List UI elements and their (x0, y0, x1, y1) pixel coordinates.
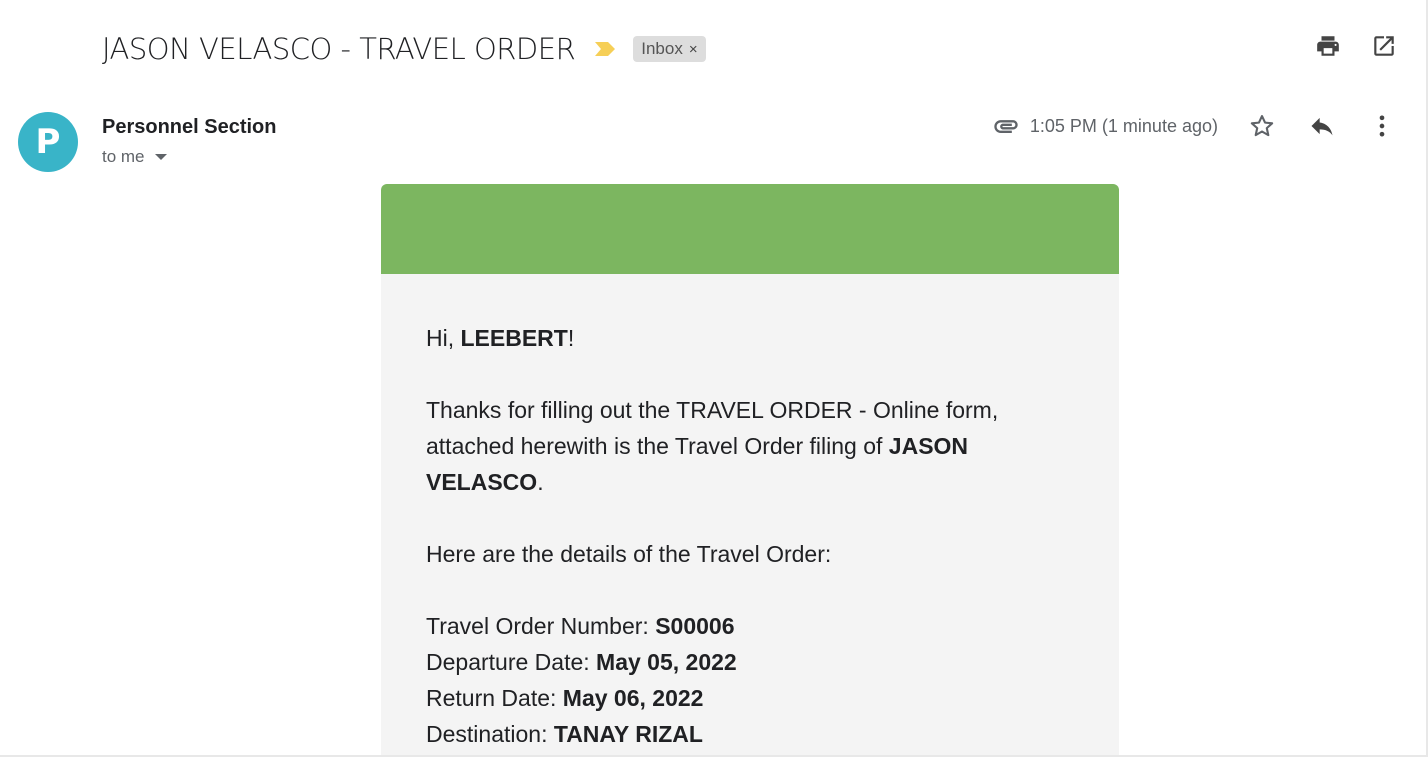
recipient-details-toggle[interactable]: to me (102, 147, 167, 167)
message-timestamp: 1:05 PM (1 minute ago) (1029, 115, 1218, 136)
detail-row: Travel Order Number: S00006 (426, 608, 1074, 644)
message-meta: 1:05 PM (1 minute ago) (992, 110, 1398, 142)
chevron-down-icon (154, 154, 167, 160)
inbox-label-chip[interactable]: Inbox × (633, 36, 706, 62)
detail-row: Destination: TANAY RIZAL (426, 716, 1074, 752)
detail-value: May 06, 2022 (562, 685, 704, 711)
thread-actions (1314, 32, 1398, 60)
recipient-text: to me (102, 147, 145, 166)
intro-paragraph: Thanks for filling out the TRAVEL ORDER … (426, 392, 1074, 500)
remove-label-icon[interactable]: × (689, 41, 698, 58)
detail-value: S00006 (655, 613, 735, 639)
greeting-suffix: ! (567, 325, 575, 351)
email-body-card: Hi, LEEBERT! Thanks for filling out the … (381, 184, 1119, 757)
detail-label: Travel Order Number: (426, 613, 656, 639)
print-icon[interactable] (1314, 32, 1342, 60)
detail-label: Return Date: (426, 685, 563, 711)
greeting: Hi, LEEBERT! (426, 320, 1074, 356)
greeting-prefix: Hi, (426, 325, 461, 351)
open-in-new-window-icon[interactable] (1370, 32, 1398, 60)
details-intro: Here are the details of the Travel Order… (426, 541, 832, 567)
subject-row: JASON VELASCO - TRAVEL ORDER Inbox × (102, 28, 706, 70)
detail-row: Departure Date: May 05, 2022 (426, 644, 1074, 680)
intro-end: . (537, 469, 544, 495)
detail-label: Departure Date: (426, 649, 597, 675)
importance-marker-icon[interactable] (593, 40, 617, 58)
sender-avatar[interactable]: P (18, 112, 78, 172)
reply-icon[interactable] (1306, 110, 1338, 142)
star-icon[interactable] (1246, 110, 1278, 142)
label-text: Inbox (641, 39, 683, 58)
detail-label: Destination: (426, 721, 554, 747)
email-subject: JASON VELASCO - TRAVEL ORDER (102, 32, 576, 66)
attachment-icon (992, 112, 1020, 140)
travel-order-details: Travel Order Number: S00006 Departure Da… (426, 608, 1074, 752)
sender-name[interactable]: Personnel Section (102, 116, 277, 139)
more-options-icon[interactable] (1366, 110, 1398, 142)
detail-value: TANAY RIZAL (553, 721, 703, 747)
greeting-name: LEEBERT (460, 325, 568, 351)
detail-value: May 05, 2022 (596, 649, 737, 675)
detail-row: Return Date: May 06, 2022 (426, 680, 1074, 716)
email-header-banner (381, 184, 1119, 274)
email-body: Hi, LEEBERT! Thanks for filling out the … (381, 274, 1119, 752)
